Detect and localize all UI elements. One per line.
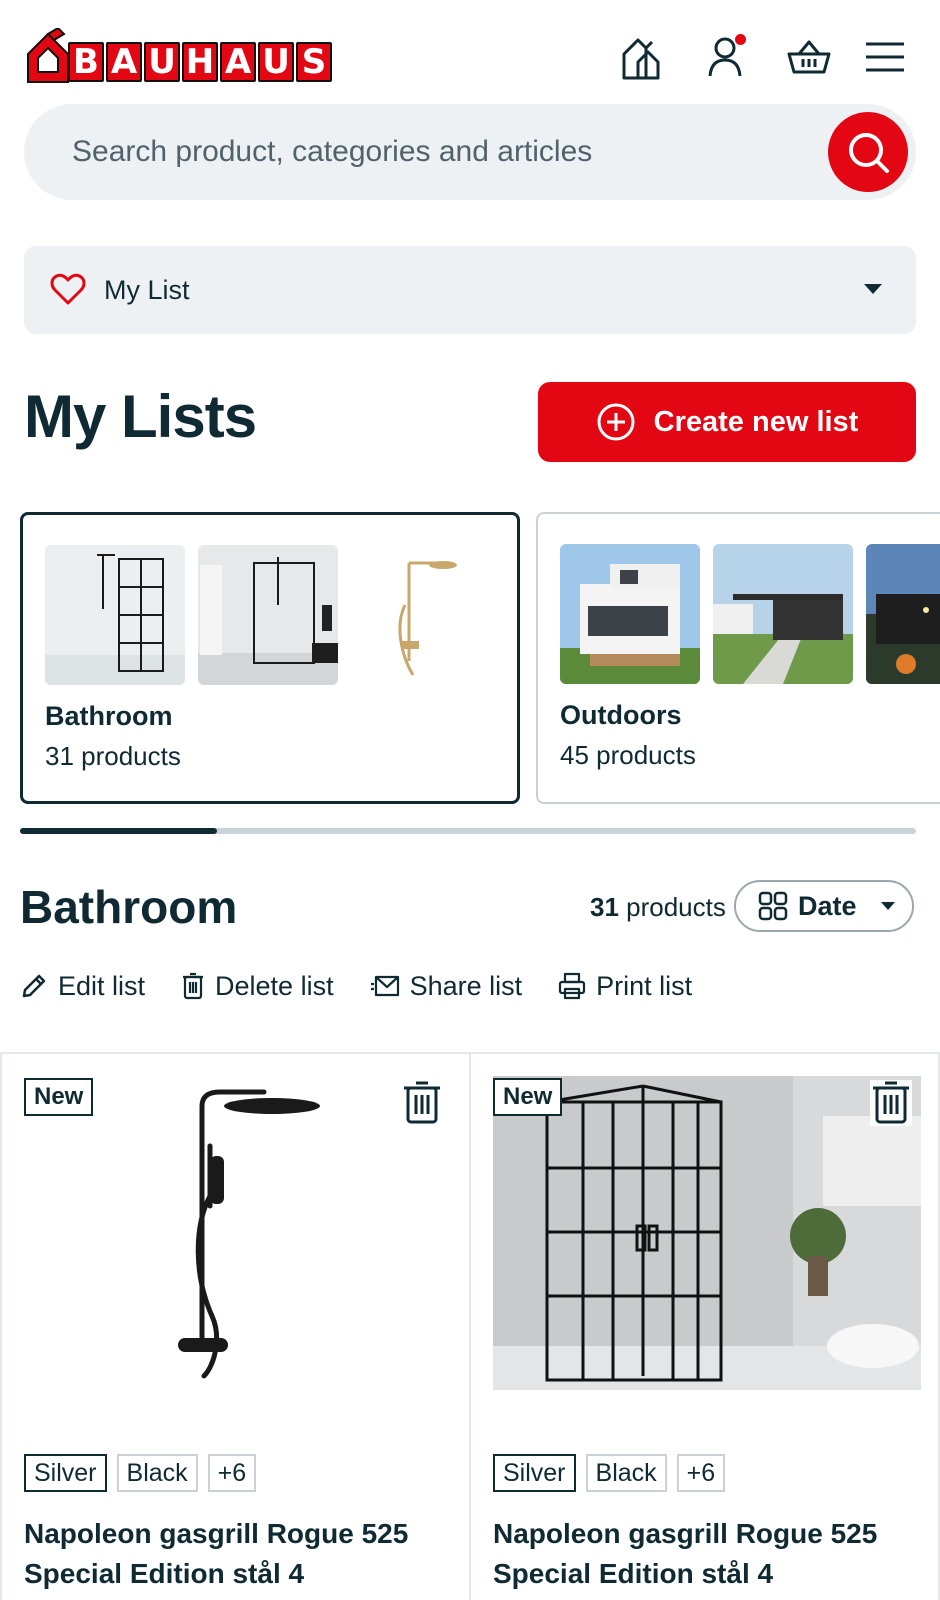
list-selector-dropdown[interactable]: My List bbox=[24, 246, 916, 334]
search-button[interactable] bbox=[828, 112, 908, 192]
list-thumbnail bbox=[560, 544, 700, 684]
remove-product-button[interactable] bbox=[870, 1080, 912, 1126]
list-thumbnail bbox=[198, 545, 338, 685]
product-image bbox=[24, 1076, 452, 1390]
basket-icon bbox=[787, 40, 831, 74]
list-card-bathroom[interactable]: Bathroom 31 products bbox=[20, 512, 520, 804]
share-list-button[interactable]: Share list bbox=[370, 970, 523, 1002]
logo-letter: H bbox=[182, 42, 218, 82]
create-new-list-label: Create new list bbox=[653, 405, 859, 438]
envelope-icon bbox=[370, 975, 399, 997]
list-card-outdoors[interactable]: Outdoors 45 products bbox=[536, 512, 940, 804]
search-icon bbox=[849, 133, 889, 173]
list-thumbnail bbox=[713, 544, 853, 684]
account-button[interactable] bbox=[702, 34, 748, 80]
count-suffix: products bbox=[618, 892, 726, 922]
delete-list-label: Delete list bbox=[215, 970, 334, 1001]
new-badge: New bbox=[493, 1078, 563, 1116]
count-number: 31 bbox=[590, 892, 619, 922]
trash-icon bbox=[873, 1081, 909, 1124]
chevron-down-icon bbox=[864, 284, 882, 294]
list-card-name: Bathroom bbox=[45, 701, 173, 731]
share-list-label: Share list bbox=[409, 970, 523, 1001]
shower-enclosure-image bbox=[493, 1076, 921, 1390]
chevron-down-icon bbox=[880, 902, 895, 910]
print-list-label: Print list bbox=[596, 970, 693, 1001]
list-carousel: Bathroom 31 products Outdoors 45 product… bbox=[20, 512, 940, 806]
search-input[interactable] bbox=[72, 104, 832, 200]
logo-letter: B bbox=[68, 42, 104, 82]
edit-list-button[interactable]: Edit list bbox=[20, 971, 145, 1002]
edit-list-label: Edit list bbox=[58, 970, 146, 1001]
carousel-scrollbar[interactable] bbox=[20, 828, 916, 834]
remove-product-button[interactable] bbox=[401, 1080, 443, 1126]
product-title[interactable]: Napoleon gasgrill Rogue 525 Special Edit… bbox=[493, 1514, 923, 1594]
trash-icon bbox=[404, 1081, 440, 1124]
variant-chip[interactable]: Silver bbox=[24, 1454, 107, 1492]
heart-icon bbox=[50, 273, 86, 305]
variant-chips: Silver Black +6 bbox=[24, 1454, 257, 1492]
current-list-count: 31 products bbox=[590, 892, 726, 923]
modern-house-image bbox=[560, 544, 700, 684]
product-grid: New Silver Black +6 Napoleon gasgrill Ro… bbox=[0, 1052, 940, 1600]
printer-icon bbox=[559, 972, 586, 1000]
carousel-scroll-thumb[interactable] bbox=[20, 828, 218, 834]
grid-icon bbox=[758, 891, 788, 921]
garden-evening-image bbox=[866, 544, 940, 684]
print-list-button[interactable]: Print list bbox=[558, 971, 692, 1002]
header: B A U H A U S bbox=[0, 0, 940, 100]
create-new-list-button[interactable]: Create new list bbox=[538, 382, 916, 462]
product-card[interactable]: New Silver Black +6 Napoleon gasgrill Ro… bbox=[470, 1054, 940, 1600]
product-card[interactable]: New Silver Black +6 Napoleon gasgrill Ro… bbox=[0, 1054, 470, 1600]
list-thumbnail bbox=[45, 545, 185, 685]
gold-shower-image bbox=[351, 545, 491, 685]
delete-list-button[interactable]: Delete list bbox=[181, 971, 334, 1002]
list-actions: Edit list Delete list Share list Print l… bbox=[20, 964, 692, 1008]
trash-icon bbox=[183, 972, 204, 1000]
list-card-count: 45 products bbox=[560, 740, 696, 770]
logo-wordmark: B A U H A U S bbox=[68, 42, 332, 82]
list-card-count: 31 products bbox=[45, 741, 181, 771]
bauhaus-logo[interactable]: B A U H A U S bbox=[24, 28, 332, 84]
list-thumbnail bbox=[866, 544, 940, 684]
menu-button[interactable] bbox=[862, 34, 908, 80]
logo-letter: U bbox=[258, 42, 294, 82]
stores-icon bbox=[622, 38, 660, 80]
product-image bbox=[493, 1076, 921, 1390]
product-title[interactable]: Napoleon gasgrill Rogue 525 Special Edit… bbox=[24, 1514, 454, 1594]
shower-screen-image bbox=[45, 545, 185, 685]
new-badge: New bbox=[24, 1078, 94, 1116]
variant-chip[interactable]: Black bbox=[585, 1454, 667, 1492]
variant-chip-more[interactable]: +6 bbox=[676, 1454, 726, 1492]
pencil-icon bbox=[22, 974, 46, 998]
basket-button[interactable] bbox=[786, 34, 832, 80]
notification-dot bbox=[735, 34, 746, 45]
logo-letter: A bbox=[220, 42, 256, 82]
stores-button[interactable] bbox=[618, 34, 664, 80]
current-list-title: Bathroom bbox=[20, 881, 238, 933]
menu-icon bbox=[866, 42, 904, 72]
variant-chip[interactable]: Silver bbox=[493, 1454, 576, 1492]
variant-chip-more[interactable]: +6 bbox=[207, 1454, 257, 1492]
walk-in-shower-image bbox=[198, 545, 338, 685]
variant-chips: Silver Black +6 bbox=[493, 1454, 726, 1492]
list-thumbnail bbox=[351, 545, 491, 685]
list-card-name: Outdoors bbox=[560, 700, 682, 730]
list-selector-label: My List bbox=[104, 275, 190, 305]
my-lists-title: My Lists bbox=[24, 383, 257, 450]
logo-letter: S bbox=[296, 42, 332, 82]
black-shower-set-image bbox=[24, 1076, 452, 1390]
search-bar bbox=[24, 104, 916, 200]
logo-letter: U bbox=[144, 42, 180, 82]
plus-circle-icon bbox=[597, 403, 635, 441]
sort-dropdown[interactable]: Date bbox=[734, 880, 914, 932]
logo-letter: A bbox=[106, 42, 142, 82]
sort-label: Date bbox=[798, 890, 857, 921]
variant-chip[interactable]: Black bbox=[116, 1454, 198, 1492]
garden-pergola-image bbox=[713, 544, 853, 684]
